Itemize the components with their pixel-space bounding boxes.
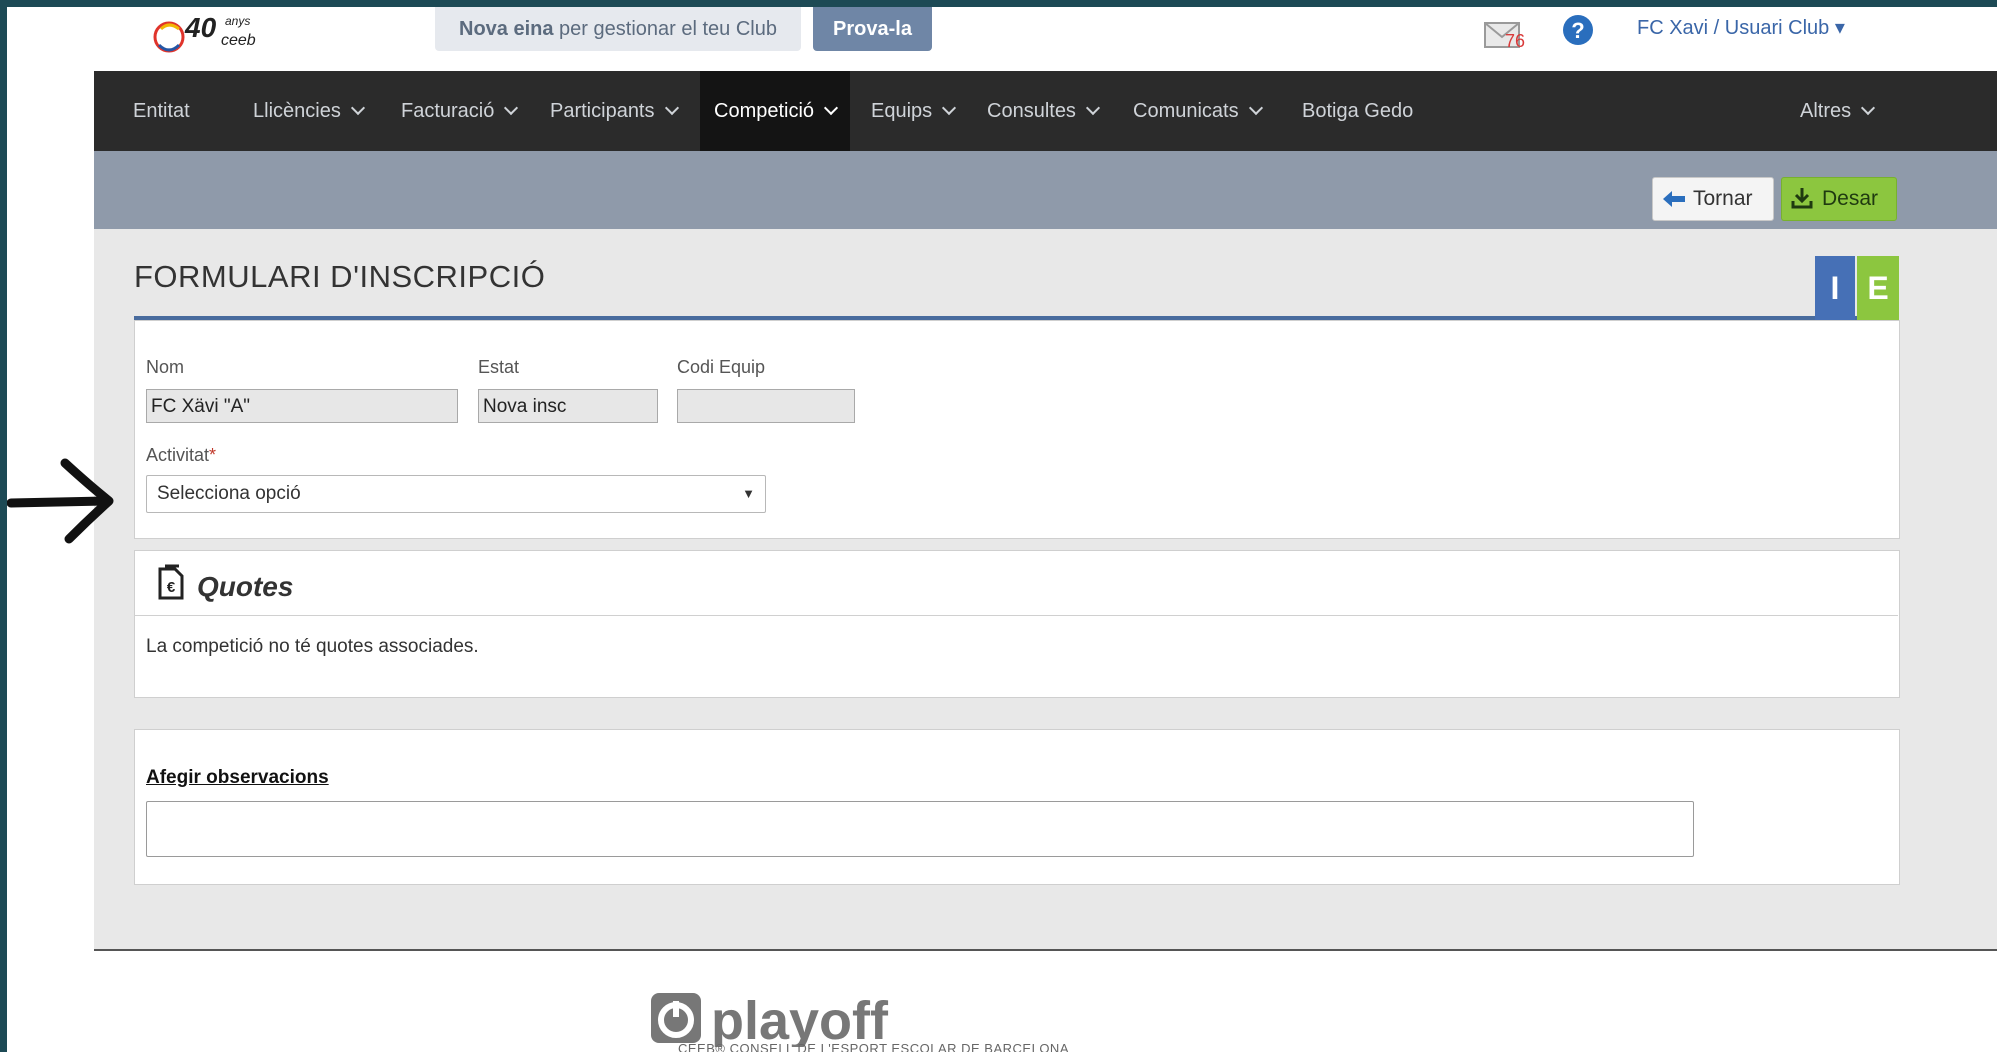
required-marker: * (209, 445, 217, 465)
chevron-down-icon (664, 100, 679, 116)
nav-item-altres[interactable]: Altres (1800, 71, 1876, 151)
nav-label: Botiga Gedo (1302, 100, 1414, 122)
activitat-select[interactable]: Selecciona opció ▼ (146, 475, 766, 513)
nav-item-comunicats[interactable]: Comunicats (1133, 71, 1263, 151)
chevron-down-icon (942, 100, 957, 116)
svg-text:€: € (167, 579, 176, 596)
codi-equip-label: Codi Equip (677, 357, 766, 377)
nav-item-competicio[interactable]: Competició (700, 71, 851, 151)
back-button[interactable]: Tornar (1652, 177, 1774, 221)
arrow-right-icon (7, 458, 114, 544)
activitat-label: Activitat* (146, 445, 216, 466)
nav-label: Altres (1800, 100, 1852, 122)
add-observations-link[interactable]: Afegir observacions (146, 767, 329, 789)
nav-label: Facturació (401, 100, 495, 122)
footer-brand: playoff (711, 991, 889, 1047)
chevron-down-icon (504, 100, 519, 116)
mail-count-badge: 76 (1505, 31, 1526, 51)
nav-item-facturacio[interactable]: Facturació (401, 71, 519, 151)
user-menu[interactable]: FC Xavi / Usuari Club ▾ (1637, 15, 1845, 40)
svg-text:anys: anys (225, 14, 250, 28)
page-title: FORMULARI D'INSCRIPCIÓ (134, 259, 546, 294)
svg-text:ceeb: ceeb (221, 32, 256, 49)
back-button-label: Tornar (1693, 187, 1753, 210)
estat-field[interactable]: Nova insc (478, 389, 658, 423)
codi-equip-field[interactable] (677, 389, 855, 423)
nav-item-botiga-gedo[interactable]: Botiga Gedo (1302, 71, 1413, 151)
help-icon[interactable]: ? (1561, 13, 1595, 47)
nav-item-equips[interactable]: Equips (871, 71, 957, 151)
try-button[interactable]: Prova-la (813, 7, 932, 51)
nav-item-llicencies[interactable]: Llicències (253, 71, 365, 151)
activitat-label-text: Activitat (146, 445, 210, 465)
badge-i[interactable]: I (1815, 256, 1855, 320)
main-nav: Entitat Llicències Facturació Participan… (94, 71, 1997, 151)
nav-item-participants[interactable]: Participants (550, 71, 679, 151)
ceeb-logo[interactable]: 40 anys ceeb (151, 7, 291, 63)
nav-label: Equips (871, 100, 933, 122)
nav-label: Competició (714, 100, 815, 122)
observations-input[interactable] (146, 801, 1694, 857)
nom-label: Nom (146, 357, 185, 377)
promo-text: per gestionar el teu Club (553, 18, 777, 40)
nav-item-entitat[interactable]: Entitat (133, 71, 190, 151)
playoff-logo: playoff (651, 991, 889, 1047)
arrow-left-icon (1663, 191, 1685, 207)
download-icon (1791, 188, 1813, 209)
nav-label: Participants (550, 100, 655, 122)
footer-org-text: CEEB® CONSELL DE L'ESPORT ESCOLAR DE BAR… (678, 1041, 1069, 1052)
svg-text:40: 40 (184, 12, 217, 43)
nav-label: Consultes (987, 100, 1076, 122)
nom-field[interactable]: FC Xävi "A" (146, 389, 458, 423)
euro-document-icon: € (158, 564, 184, 600)
app-frame: 40 anys ceeb Nova eina per gestionar el … (7, 7, 1997, 1052)
quotes-divider (134, 615, 1898, 616)
svg-text:?: ? (1571, 18, 1584, 43)
quotes-panel (134, 550, 1900, 698)
nav-label: Entitat (133, 100, 190, 122)
badge-e[interactable]: E (1857, 256, 1899, 320)
promo-bold-text: Nova eina (459, 18, 554, 40)
promo-banner: Nova eina per gestionar el teu Club (435, 7, 801, 51)
quotes-message: La competició no té quotes associades. (146, 636, 479, 657)
chevron-down-icon (1085, 100, 1101, 116)
chevron-down-icon (823, 100, 839, 116)
save-button-label: Desar (1822, 187, 1879, 210)
chevron-down-icon (1248, 100, 1263, 116)
nav-label: Comunicats (1133, 100, 1239, 122)
nav-label: Llicències (253, 100, 341, 122)
activitat-selected-value: Selecciona opció (157, 483, 301, 504)
dropdown-caret-icon: ▼ (742, 486, 755, 501)
quotes-title: Quotes (197, 571, 294, 602)
chevron-down-icon (350, 100, 365, 116)
save-button[interactable]: Desar (1781, 177, 1897, 221)
estat-label: Estat (478, 357, 520, 377)
chevron-down-icon (1861, 100, 1876, 116)
nav-item-consultes[interactable]: Consultes (987, 71, 1101, 151)
